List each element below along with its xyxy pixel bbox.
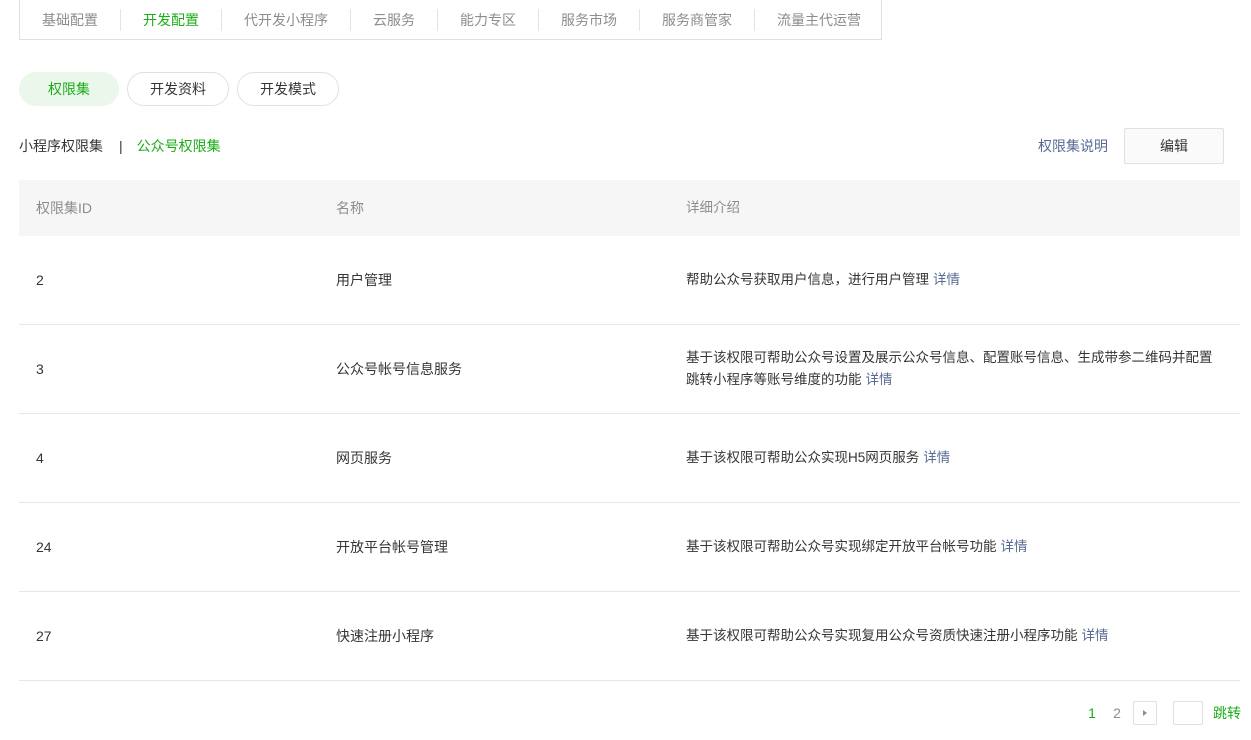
pill-tab-permission-sets[interactable]: 权限集 [19,72,119,106]
header-id: 权限集ID [36,200,92,216]
cell-name: 用户管理 [336,272,392,288]
cell-id: 27 [36,628,52,644]
nav-item-provider-steward[interactable]: 服务商管家 [640,8,755,31]
pill-tab-dev-materials[interactable]: 开发资料 [127,72,229,106]
cell-id: 4 [36,450,44,466]
header-desc: 详细介绍 [686,200,740,215]
detail-link[interactable]: 详情 [933,272,960,287]
nav-item-service-market[interactable]: 服务市场 [539,8,640,31]
edit-button[interactable]: 编辑 [1124,128,1224,164]
permission-set-explain-link[interactable]: 权限集说明 [1038,136,1108,156]
detail-link[interactable]: 详情 [923,450,950,465]
desc-text: 帮助公众号获取用户信息，进行用户管理 [686,272,929,287]
desc-text: 基于该权限可帮助公众实现H5网页服务 [686,450,920,465]
next-page-button[interactable] [1133,701,1157,725]
table-row: 2 用户管理 帮助公众号获取用户信息，进行用户管理 详情 [19,236,1240,325]
nav-item-capability-zone[interactable]: 能力专区 [438,8,539,31]
cell-id: 24 [36,539,52,555]
cell-desc: 基于该权限可帮助公众号实现复用公众号资质快速注册小程序功能 详情 [669,625,1240,647]
table-row: 4 网页服务 基于该权限可帮助公众实现H5网页服务 详情 [19,414,1240,503]
cell-desc: 基于该权限可帮助公众实现H5网页服务 详情 [669,447,1240,469]
desc-text: 基于该权限可帮助公众号实现绑定开放平台帐号功能 [686,539,997,554]
cell-name: 网页服务 [336,450,392,466]
cell-id: 3 [36,361,44,377]
cell-desc: 基于该权限可帮助公众号实现绑定开放平台帐号功能 详情 [669,536,1240,558]
chevron-right-icon [1143,710,1147,716]
cell-desc: 帮助公众号获取用户信息，进行用户管理 详情 [669,269,1240,291]
nav-item-proxy-dev-mini-program[interactable]: 代开发小程序 [222,8,351,31]
detail-link[interactable]: 详情 [866,372,893,387]
page-2-button[interactable]: 2 [1111,705,1123,721]
permission-table: 权限集ID 名称 详细介绍 2 用户管理 帮助公众号获取用户信息，进行用户管理详… [19,180,1240,681]
sub-tabs: 小程序权限集 | 公众号权限集 [19,136,221,156]
table-row: 27 快速注册小程序 基于该权限可帮助公众号实现复用公众号资质快速注册小程序功能… [19,592,1240,681]
nav-item-traffic-operation[interactable]: 流量主代运营 [755,9,883,31]
header-name: 名称 [336,200,364,216]
desc-text: 基于该权限可帮助公众号实现复用公众号资质快速注册小程序功能 [686,628,1078,643]
detail-link[interactable]: 详情 [1001,539,1028,554]
cell-name: 公众号帐号信息服务 [336,361,462,377]
nav-item-basic-config[interactable]: 基础配置 [20,8,121,31]
nav-item-dev-config[interactable]: 开发配置 [121,8,222,31]
subtab-mini-program-permissions[interactable]: 小程序权限集 [19,136,103,156]
subtab-official-account-permissions[interactable]: 公众号权限集 [137,136,221,156]
table-row: 3 公众号帐号信息服务 基于该权限可帮助公众号设置及展示公众号信息、配置账号信息… [19,325,1240,414]
detail-link[interactable]: 详情 [1082,628,1109,643]
nav-item-cloud-service[interactable]: 云服务 [351,8,438,31]
pagination: 1 2 跳转 [1086,701,1241,725]
subtab-separator: | [119,138,123,154]
page-jump-input[interactable] [1173,701,1203,725]
cell-name: 开放平台帐号管理 [336,539,448,555]
table-header: 权限集ID 名称 详细介绍 [19,180,1240,236]
pill-tabs: 权限集 开发资料 开发模式 [19,72,339,106]
cell-id: 2 [36,272,44,288]
table-row: 24 开放平台帐号管理 基于该权限可帮助公众号实现绑定开放平台帐号功能 详情 [19,503,1240,592]
desc-text: 基于该权限可帮助公众号设置及展示公众号信息、配置账号信息、生成带参二维码并配置跳… [686,350,1213,387]
top-navigation: 基础配置 开发配置 代开发小程序 云服务 能力专区 服务市场 服务商管家 流量主… [19,0,882,40]
cell-desc: 基于该权限可帮助公众号设置及展示公众号信息、配置账号信息、生成带参二维码并配置跳… [669,347,1240,391]
pill-tab-dev-mode[interactable]: 开发模式 [237,72,339,106]
page-1-button[interactable]: 1 [1086,705,1098,721]
jump-button[interactable]: 跳转 [1213,703,1241,723]
cell-name: 快速注册小程序 [336,628,434,644]
